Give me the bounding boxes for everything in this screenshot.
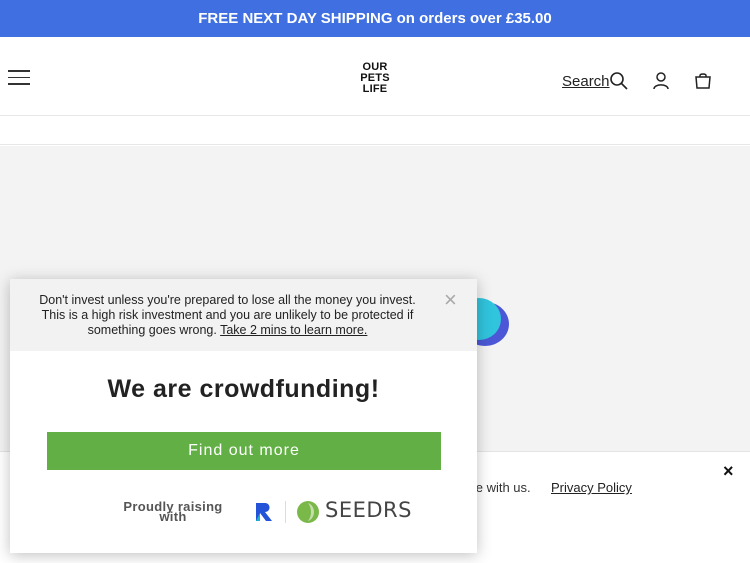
logo-divider — [285, 501, 286, 523]
announcement-bar: FREE NEXT DAY SHIPPING on orders over £3… — [0, 0, 750, 37]
raising-text: Proudly raising with — [123, 499, 223, 524]
logo-line: LIFE — [362, 83, 388, 95]
search-icon[interactable] — [609, 71, 629, 91]
modal-close-button[interactable]: × — [444, 289, 457, 311]
rep-logo-icon — [256, 503, 272, 521]
search-link[interactable]: Search — [562, 73, 610, 90]
logo[interactable]: OUR PETS LIFE — [352, 62, 398, 95]
seedrs-wordmark: SEEDRS — [325, 498, 412, 522]
cart-icon[interactable] — [693, 71, 713, 91]
learn-more-link[interactable]: Take 2 mins to learn more. — [220, 323, 367, 337]
cta-label: Find out more — [188, 442, 300, 459]
consent-close-button[interactable]: × — [723, 461, 734, 482]
modal-title: We are crowdfunding! — [107, 375, 380, 403]
subheader-bar — [0, 117, 750, 145]
announcement-text: FREE NEXT DAY SHIPPING on orders over £3… — [198, 10, 552, 27]
risk-disclaimer: Don't invest unless you're prepared to l… — [10, 279, 477, 351]
crowdfunding-modal: Don't invest unless you're prepared to l… — [10, 279, 477, 553]
disclaimer-text: Don't invest unless you're prepared to l… — [30, 293, 425, 338]
find-out-more-button[interactable]: Find out more — [47, 432, 441, 470]
page: FREE NEXT DAY SHIPPING on orders over £3… — [0, 0, 750, 563]
account-icon[interactable] — [651, 71, 671, 91]
site-header: OUR PETS LIFE Search — [0, 37, 750, 116]
privacy-policy-link[interactable]: Privacy Policy — [551, 480, 632, 495]
seedrs-leaf-icon — [297, 501, 319, 523]
menu-icon[interactable] — [8, 70, 30, 88]
